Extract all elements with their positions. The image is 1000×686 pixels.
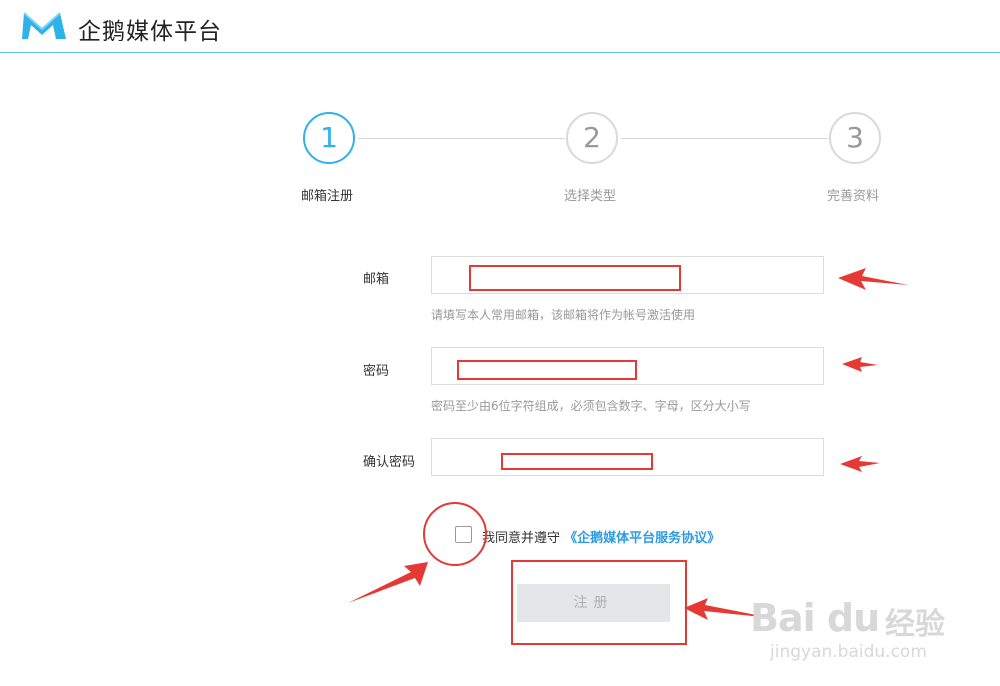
step-connector (358, 138, 565, 139)
password-hint: 密码至少由6位字符组成，必须包含数字、字母，区分大小写 (431, 399, 751, 413)
step-3-label: 完善资料 (827, 189, 880, 204)
step-1-label: 邮箱注册 (301, 189, 354, 204)
step-2-label: 选择类型 (564, 189, 617, 204)
password-label: 密码 (363, 364, 390, 379)
email-hint: 请填写本人常用邮箱，该邮箱将作为帐号激活使用 (431, 308, 696, 322)
arrow-icon (840, 456, 880, 472)
annotation-overlay (348, 268, 908, 620)
qq-media-logo-icon[interactable] (22, 9, 66, 41)
step-connector (621, 138, 828, 139)
arrow-icon (838, 268, 908, 290)
redaction-box (501, 453, 653, 470)
redaction-box (469, 265, 681, 291)
step-3-circle: 3 (829, 112, 881, 164)
confirm-password-label: 确认密码 (363, 455, 416, 470)
step-2-circle: 2 (566, 112, 618, 164)
baidu-watermark: Bai du (750, 596, 880, 640)
step-1-circle: 1 (303, 112, 355, 164)
agreement-prefix: 我同意并遵守 (482, 531, 561, 546)
annotation-rectangle (511, 560, 687, 645)
arrow-icon (842, 357, 878, 372)
agree-checkbox[interactable] (455, 526, 472, 543)
arrow-icon (348, 562, 428, 603)
top-header: 企鹅媒体平台 (0, 0, 1000, 53)
service-agreement-link[interactable]: 《企鹅媒体平台服务协议》 (564, 531, 720, 546)
brand-title[interactable]: 企鹅媒体平台 (78, 12, 222, 46)
redaction-box (457, 360, 637, 380)
agreement-text: 我同意并遵守 《企鹅媒体平台服务协议》 (482, 527, 720, 546)
email-label: 邮箱 (363, 272, 390, 287)
watermark-cn: 经验 (885, 607, 945, 642)
watermark-url: jingyan.baidu.com (770, 642, 927, 662)
